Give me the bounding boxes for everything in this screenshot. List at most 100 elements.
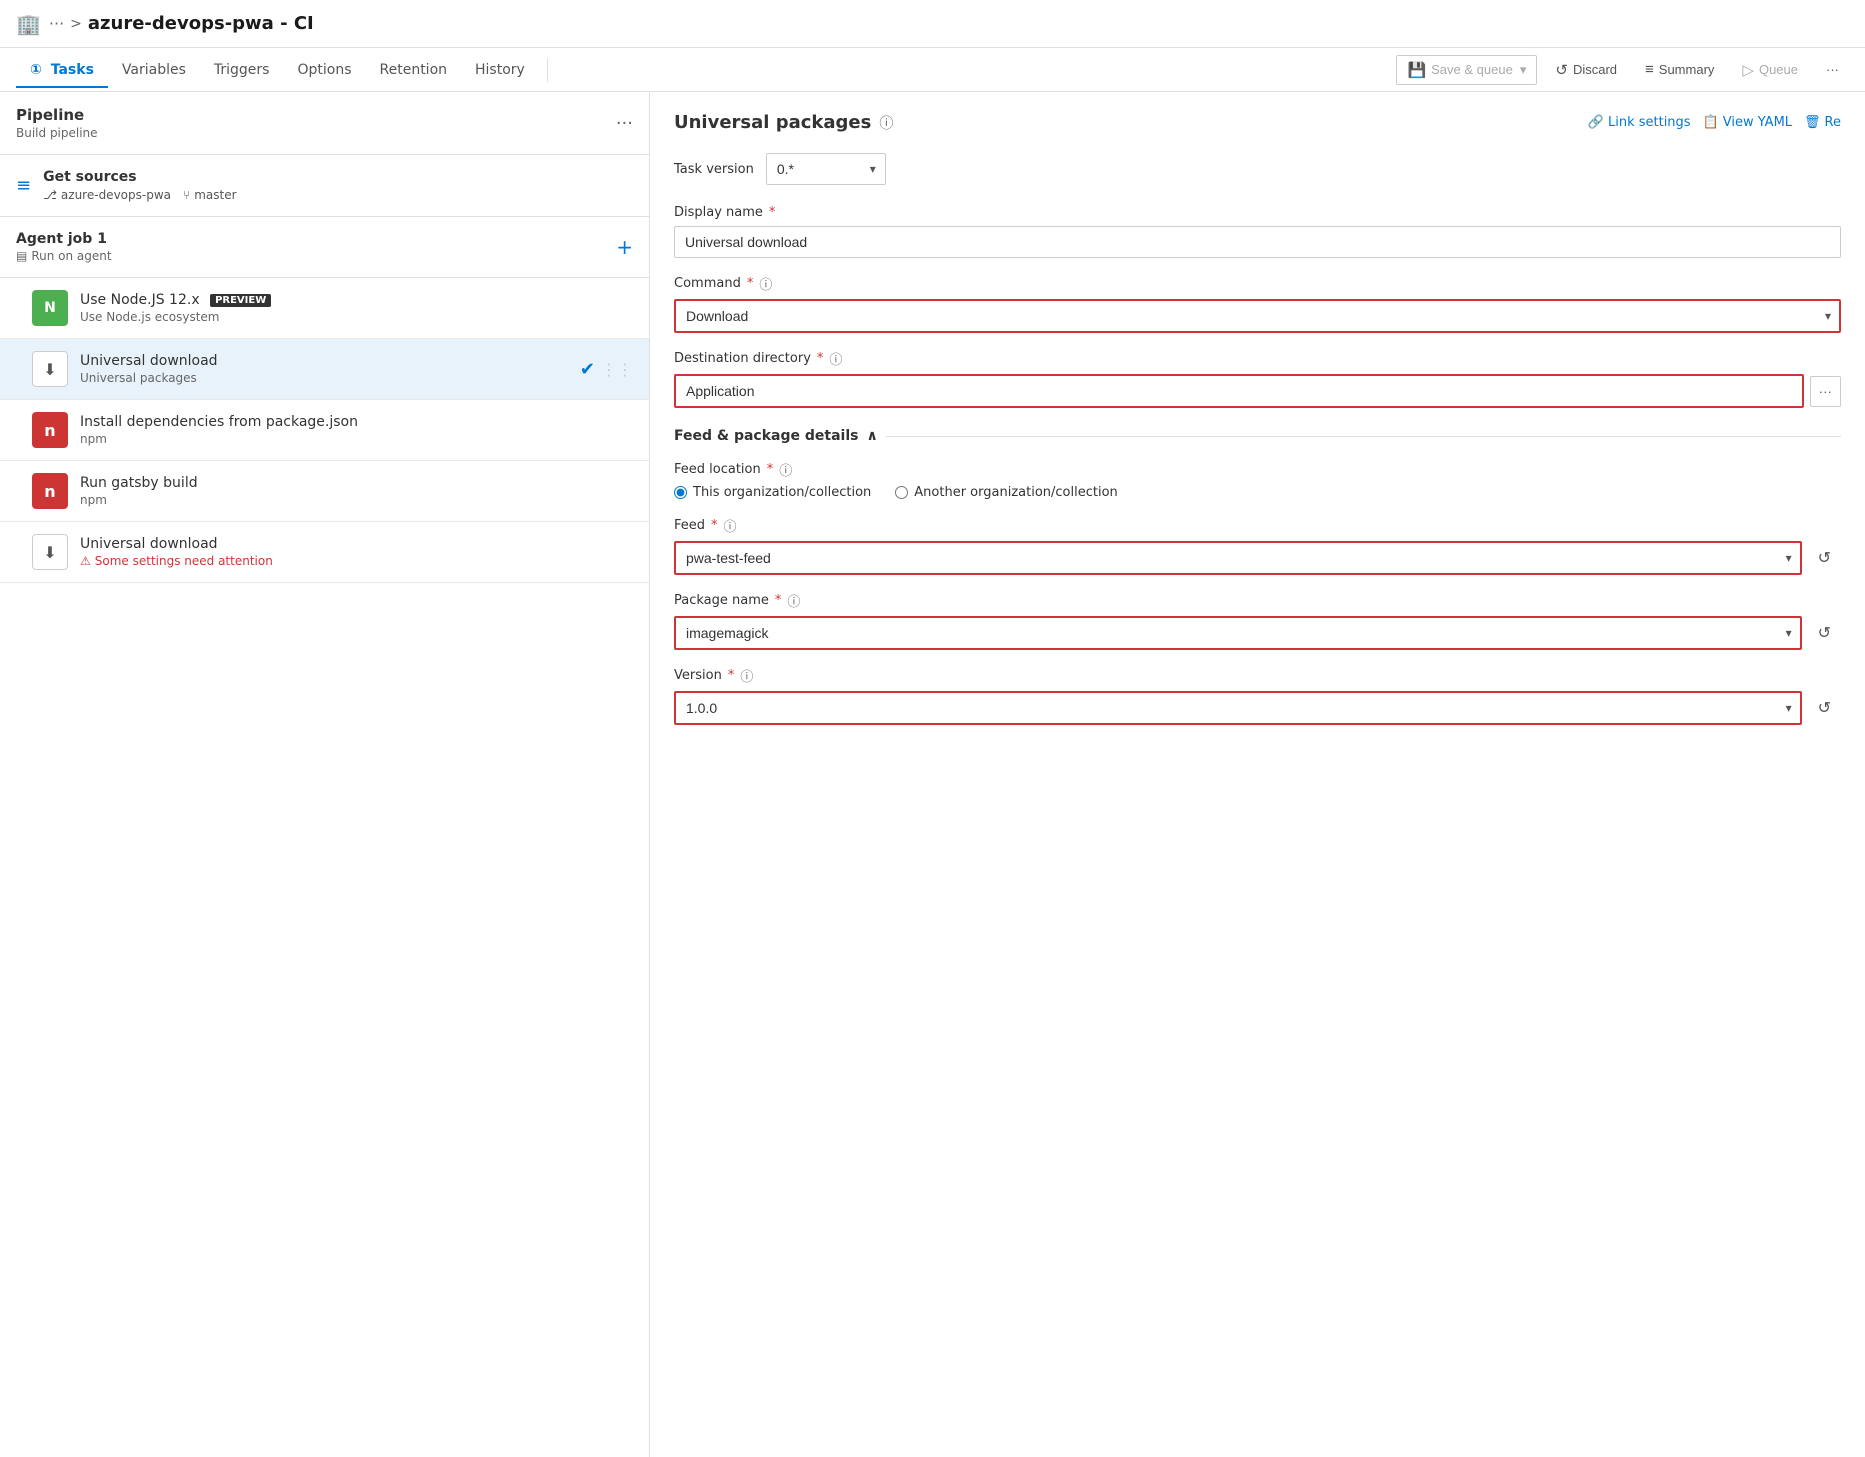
feed-label: Feed * ⓘ <box>674 516 1841 535</box>
dest-dir-info-icon[interactable]: ⓘ <box>829 349 842 368</box>
header-more-icon[interactable]: ··· <box>49 14 64 33</box>
install-deps-subtitle: npm <box>80 432 633 446</box>
panel-info-icon[interactable]: ⓘ <box>879 113 893 133</box>
feed-select[interactable]: pwa-test-feed <box>674 541 1802 575</box>
top-header: 🏢 ··· > azure-devops-pwa - CI <box>0 0 1865 48</box>
repo-name: azure-devops-pwa <box>61 188 171 202</box>
dest-dir-more-button[interactable]: ··· <box>1810 376 1841 407</box>
command-select-wrapper: Download Publish ▾ <box>674 299 1841 333</box>
pipeline-header[interactable]: Pipeline Build pipeline ··· <box>0 92 649 155</box>
install-deps-title: Install dependencies from package.json <box>80 414 633 430</box>
save-queue-button[interactable]: 💾 Save & queue ▾ <box>1396 55 1537 85</box>
branch-icon: ⑂ <box>183 188 190 202</box>
display-name-required: * <box>769 205 776 220</box>
discard-icon: ↺ <box>1555 61 1568 79</box>
feed-select-wrapper: pwa-test-feed ▾ <box>674 541 1802 575</box>
version-info-icon[interactable]: ⓘ <box>740 666 753 685</box>
tab-triggers[interactable]: Triggers <box>200 52 284 88</box>
run-gatsby-title: Run gatsby build <box>80 475 633 491</box>
remove-icon: 🗑 <box>1804 115 1821 130</box>
version-label: Version * ⓘ <box>674 666 1841 685</box>
display-name-input[interactable] <box>674 226 1841 258</box>
tab-variables[interactable]: Variables <box>108 52 200 88</box>
remove-button[interactable]: 🗑 Re <box>1804 115 1841 130</box>
task-install-deps[interactable]: n Install dependencies from package.json… <box>0 400 649 461</box>
task-drag-icon: ⋮⋮ <box>601 360 633 379</box>
npm-icon-1: n <box>32 412 68 448</box>
package-name-label: Package name * ⓘ <box>674 591 1841 610</box>
discard-button[interactable]: ↺ Discard <box>1545 56 1627 84</box>
more-actions-button[interactable]: ··· <box>1816 57 1849 82</box>
package-name-refresh-button[interactable]: ↺ <box>1808 616 1841 650</box>
breadcrumb-separator: > <box>70 16 82 32</box>
summary-button[interactable]: ≡ Summary <box>1635 56 1724 83</box>
feed-location-radio-group: This organization/collection Another org… <box>674 485 1841 500</box>
agent-job-header: Agent job 1 ▤ Run on agent + <box>0 217 649 278</box>
agent-job-subtitle: ▤ Run on agent <box>16 249 112 263</box>
feed-location-group: Feed location * ⓘ This organization/coll… <box>674 460 1841 500</box>
command-info-icon[interactable]: ⓘ <box>759 274 772 293</box>
run-gatsby-subtitle: npm <box>80 493 633 507</box>
package-name-required: * <box>775 593 782 608</box>
version-select-wrapper: 1.0.0 ▾ <box>674 691 1802 725</box>
queue-button[interactable]: ▷ Queue <box>1732 56 1808 84</box>
add-task-button[interactable]: + <box>616 235 633 259</box>
package-name-row: imagemagick ▾ ↺ <box>674 616 1841 650</box>
version-refresh-button[interactable]: ↺ <box>1808 691 1841 725</box>
package-name-group: Package name * ⓘ imagemagick ▾ ↺ <box>674 591 1841 650</box>
repo-icon: ⎇ <box>43 188 57 202</box>
view-yaml-button[interactable]: 📋 View YAML <box>1703 115 1792 130</box>
agent-icon: ▤ <box>16 249 27 263</box>
command-label: Command * ⓘ <box>674 274 1841 293</box>
tab-tasks[interactable]: ① Tasks <box>16 52 108 88</box>
feed-required: * <box>711 518 718 533</box>
package-name-info-icon[interactable]: ⓘ <box>787 591 800 610</box>
feed-info-icon[interactable]: ⓘ <box>724 516 737 535</box>
dest-dir-input[interactable] <box>674 374 1804 408</box>
queue-icon: ▷ <box>1742 61 1754 79</box>
feed-location-label: Feed location * ⓘ <box>674 460 1841 479</box>
nodejs-subtitle: Use Node.js ecosystem <box>80 310 633 324</box>
tab-options[interactable]: Options <box>283 52 365 88</box>
another-org-radio[interactable]: Another organization/collection <box>895 485 1117 500</box>
version-row: 1.0.0 ▾ ↺ <box>674 691 1841 725</box>
left-panel: Pipeline Build pipeline ··· ≡ Get source… <box>0 92 650 1457</box>
nodejs-icon: N <box>32 290 68 326</box>
feed-refresh-button[interactable]: ↺ <box>1808 541 1841 575</box>
tab-separator <box>547 58 548 82</box>
nodejs-info: Use Node.JS 12.x PREVIEW Use Node.js eco… <box>80 292 633 324</box>
feed-group: Feed * ⓘ pwa-test-feed ▾ ↺ <box>674 516 1841 575</box>
task-run-gatsby[interactable]: n Run gatsby build npm <box>0 461 649 522</box>
package-name-select-wrapper: imagemagick ▾ <box>674 616 1802 650</box>
task-universal-download-2[interactable]: ⬇ Universal download ⚠ Some settings nee… <box>0 522 649 583</box>
command-required: * <box>747 276 754 291</box>
get-sources-section[interactable]: ≡ Get sources ⎇ azure-devops-pwa ⑂ maste… <box>0 155 649 217</box>
right-panel: Universal packages ⓘ 🔗 Link settings 📋 V… <box>650 92 1865 1457</box>
agent-job-title: Agent job 1 <box>16 231 112 247</box>
main-content: Pipeline Build pipeline ··· ≡ Get source… <box>0 92 1865 1457</box>
pipeline-more-button[interactable]: ··· <box>616 113 633 134</box>
command-select[interactable]: Download Publish <box>674 299 1841 333</box>
version-select[interactable]: 1.0.0 <box>674 691 1802 725</box>
tab-actions: 💾 Save & queue ▾ ↺ Discard ≡ Summary ▷ Q… <box>1396 55 1849 85</box>
version-required: * <box>728 668 735 683</box>
tab-retention[interactable]: Retention <box>366 52 462 88</box>
dest-dir-group: Destination directory * ⓘ ··· <box>674 349 1841 408</box>
universal-download-2-title: Universal download <box>80 536 633 552</box>
tab-history[interactable]: History <box>461 52 539 88</box>
feed-package-section[interactable]: Feed & package details ∧ <box>674 428 1841 444</box>
get-sources-meta: ⎇ azure-devops-pwa ⑂ master <box>43 188 236 202</box>
branch-item: ⑂ master <box>183 188 237 202</box>
package-name-select[interactable]: imagemagick <box>674 616 1802 650</box>
this-org-radio[interactable]: This organization/collection <box>674 485 871 500</box>
command-group: Command * ⓘ Download Publish ▾ <box>674 274 1841 333</box>
feed-location-info-icon[interactable]: ⓘ <box>779 460 792 479</box>
task-nodejs[interactable]: N Use Node.JS 12.x PREVIEW Use Node.js e… <box>0 278 649 339</box>
pipeline-info: Pipeline Build pipeline <box>16 106 98 140</box>
task-universal-download-1[interactable]: ⬇ Universal download Universal packages … <box>0 339 649 400</box>
panel-title: Universal packages <box>674 112 871 133</box>
task-version-select[interactable]: 0.* <box>766 153 886 185</box>
link-settings-button[interactable]: 🔗 Link settings <box>1588 115 1691 130</box>
get-sources-info: Get sources ⎇ azure-devops-pwa ⑂ master <box>43 169 236 202</box>
universal-download-title: Universal download <box>80 353 580 369</box>
